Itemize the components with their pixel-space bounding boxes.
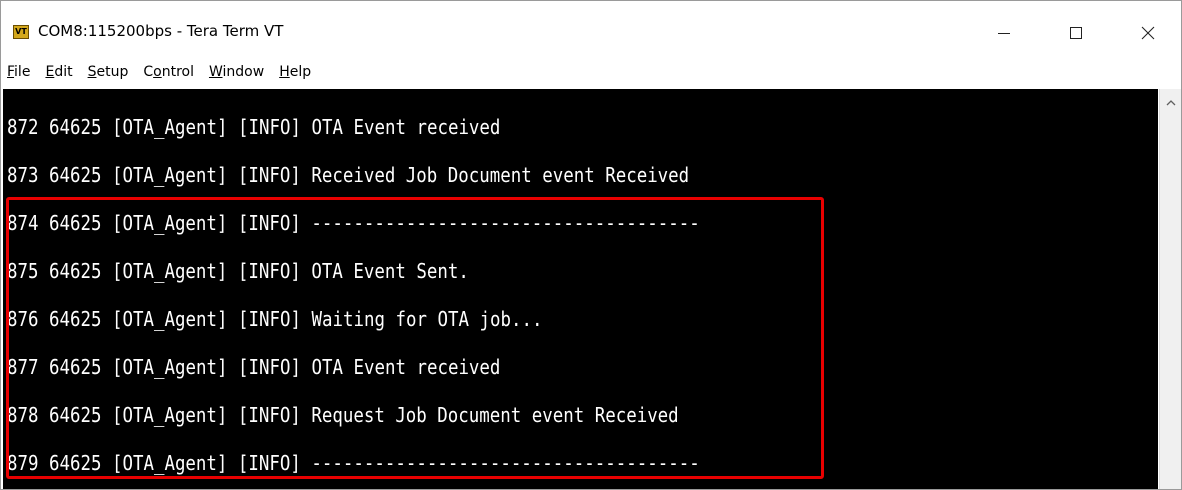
menu-window-accel: W: [208, 64, 223, 80]
menu-edit-label: dit: [54, 64, 73, 80]
menu-file[interactable]: File: [7, 64, 30, 80]
scroll-up-arrow-icon: [1166, 100, 1175, 106]
terminal-line: 872 64625 [OTA_Agent] [INFO] OTA Event r…: [7, 115, 501, 139]
title-bar[interactable]: VT COM8:115200bps - Tera Term VT: [1, 1, 1181, 57]
menu-edit-accel: E: [45, 64, 55, 80]
menu-control[interactable]: Control: [143, 64, 194, 80]
menu-bar: File Edit Setup Control Window Help: [1, 57, 1181, 87]
window-title: COM8:115200bps - Tera Term VT: [38, 22, 284, 40]
minimize-button[interactable]: [981, 15, 1027, 51]
menu-control-accel: o: [153, 64, 162, 80]
close-button[interactable]: [1125, 15, 1171, 51]
menu-help-label: elp: [289, 64, 312, 80]
menu-help-accel: H: [279, 64, 290, 80]
menu-help[interactable]: Help: [279, 64, 311, 80]
close-icon: [1141, 26, 1155, 40]
scroll-up-button[interactable]: [1160, 93, 1181, 113]
terminal-output[interactable]: 872 64625 [OTA_Agent] [INFO] OTA Event r…: [3, 89, 1158, 489]
menu-setup-label: etup: [96, 64, 129, 80]
menu-setup[interactable]: Setup: [88, 64, 129, 80]
minimize-icon: [998, 33, 1010, 34]
maximize-button[interactable]: [1053, 15, 1099, 51]
tera-term-vt-icon[interactable]: VT: [13, 25, 29, 39]
menu-control-pre: C: [143, 64, 154, 80]
menu-file-label: ile: [14, 64, 31, 80]
menu-control-label: ntrol: [161, 64, 194, 80]
highlight-box: [6, 197, 824, 479]
menu-file-accel: F: [7, 64, 15, 80]
menu-window-label: indow: [222, 64, 265, 80]
menu-edit[interactable]: Edit: [45, 64, 72, 80]
terminal-line: 873 64625 [OTA_Agent] [INFO] Received Jo…: [7, 163, 690, 187]
maximize-icon: [1070, 27, 1082, 39]
tera-term-window: VT COM8:115200bps - Tera Term VT File Ed…: [0, 0, 1182, 490]
menu-window[interactable]: Window: [209, 64, 264, 80]
vertical-scrollbar[interactable]: [1159, 89, 1181, 489]
